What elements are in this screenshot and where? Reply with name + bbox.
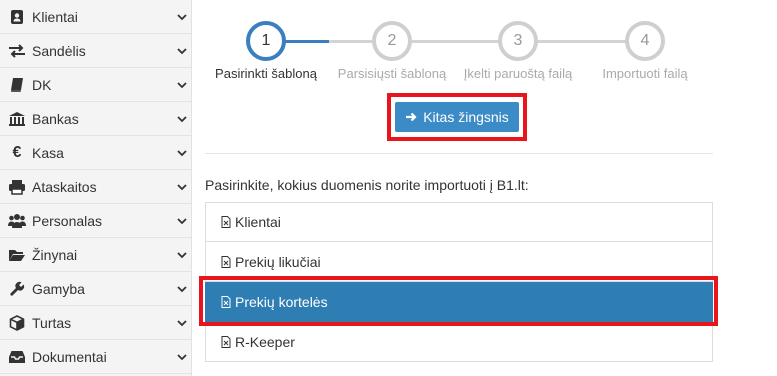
- chevron-down-icon: [173, 319, 191, 327]
- wrench-icon: [7, 280, 27, 298]
- import-stepper: 1 2 3 4 Pasirinkti šabloną Parsisiųsti š…: [193, 0, 777, 90]
- step-number: 3: [513, 32, 523, 49]
- bank-icon: [7, 110, 27, 128]
- chevron-down-icon: [173, 13, 191, 21]
- step-4-label: Importuoti failą: [602, 66, 688, 81]
- list-item-label: Klientai: [235, 214, 281, 230]
- sidebar-item-gamyba[interactable]: Gamyba: [0, 272, 191, 306]
- step-number: 4: [640, 32, 650, 49]
- step-number: 2: [387, 32, 397, 49]
- step-2-label: Parsisiųsti šabloną: [337, 66, 447, 81]
- sidebar-item-sandelis[interactable]: Sandėlis: [0, 34, 191, 68]
- sidebar-item-dokumentai[interactable]: Dokumentai: [0, 340, 191, 374]
- printer-icon: [7, 178, 27, 196]
- next-step-button[interactable]: Kitas žingsnis: [395, 102, 519, 132]
- divider: [205, 153, 713, 154]
- import-type-list: Klientai Prekių likučiai Prekių kortelės…: [205, 202, 713, 362]
- excel-file-icon: [221, 216, 231, 228]
- sidebar-item-personalas[interactable]: Personalas: [0, 204, 191, 238]
- sidebar-item-dk[interactable]: DK: [0, 68, 191, 102]
- inbox-icon: [7, 348, 27, 366]
- euro-icon: €: [12, 143, 22, 161]
- address-book-icon: [7, 8, 27, 26]
- step-number: 1: [261, 32, 271, 49]
- main-content: 1 2 3 4 Pasirinkti šabloną Parsisiųsti š…: [193, 0, 777, 376]
- step-1-label: Pasirinkti šabloną: [215, 66, 317, 81]
- next-button-highlight: Kitas žingsnis: [387, 93, 527, 141]
- chevron-down-icon: [173, 217, 191, 225]
- list-item[interactable]: R-Keeper: [205, 322, 713, 362]
- sidebar-item-label: DK: [32, 76, 52, 93]
- chevron-down-icon: [173, 81, 191, 89]
- list-item[interactable]: Prekių likučiai: [205, 242, 713, 282]
- book-icon: [7, 76, 27, 94]
- excel-file-icon: [221, 335, 231, 348]
- chevron-down-icon: [173, 115, 191, 123]
- sidebar-item-label: Klientai: [32, 8, 78, 25]
- sidebar-item-label: Žinynai: [32, 246, 78, 263]
- sidebar-item-bankas[interactable]: Bankas: [0, 102, 191, 136]
- list-item-label: Prekių kortelės: [235, 293, 328, 310]
- chevron-down-icon: [173, 183, 191, 191]
- sidebar-item-label: Gamyba: [32, 280, 85, 297]
- folder-open-icon: [7, 246, 27, 264]
- excel-file-icon: [221, 255, 231, 268]
- excel-file-icon: [221, 295, 231, 308]
- sidebar-item-label: Kasa: [32, 144, 64, 161]
- sidebar-item-zinynai[interactable]: Žinynai: [0, 238, 191, 272]
- chevron-down-icon: [173, 149, 191, 157]
- chevron-down-icon: [173, 285, 191, 293]
- sidebar-item-label: Personalas: [32, 212, 103, 229]
- sidebar-item-klientai[interactable]: Klientai: [0, 0, 191, 34]
- import-prompt: Pasirinkite, kokius duomenis norite impo…: [205, 177, 529, 193]
- list-item[interactable]: Klientai: [205, 202, 713, 242]
- list-item-selected[interactable]: Prekių kortelės: [205, 282, 713, 322]
- sidebar-item-turtas[interactable]: Turtas: [0, 306, 191, 340]
- chevron-down-icon: [173, 47, 191, 55]
- arrow-right-icon: [405, 111, 417, 123]
- next-step-label: Kitas žingsnis: [423, 109, 509, 125]
- sidebar: Klientai Sandėlis DK Bankas € Kasa Atask…: [0, 0, 192, 376]
- users-icon: [7, 212, 27, 230]
- list-item-label: R-Keeper: [235, 333, 295, 350]
- sidebar-item-label: Sandėlis: [32, 42, 86, 59]
- sidebar-item-label: Turtas: [32, 314, 72, 331]
- exchange-arrows-icon: [7, 42, 27, 60]
- step-2-circle[interactable]: 2: [372, 21, 412, 61]
- list-item-label: Prekių likučiai: [235, 253, 321, 270]
- sidebar-item-label: Bankas: [32, 110, 79, 127]
- chevron-down-icon: [173, 353, 191, 361]
- step-1-circle[interactable]: 1: [246, 21, 286, 61]
- chevron-down-icon: [173, 251, 191, 259]
- sidebar-item-kasa[interactable]: € Kasa: [0, 136, 191, 170]
- sidebar-item-label: Dokumentai: [32, 348, 107, 365]
- sidebar-item-label: Ataskaitos: [32, 178, 97, 195]
- step-4-circle[interactable]: 4: [625, 21, 665, 61]
- sidebar-item-ataskaitos[interactable]: Ataskaitos: [0, 170, 191, 204]
- step-3-label: Įkelti paruoštą failą: [463, 66, 573, 81]
- cube-icon: [7, 314, 27, 332]
- step-3-circle[interactable]: 3: [498, 21, 538, 61]
